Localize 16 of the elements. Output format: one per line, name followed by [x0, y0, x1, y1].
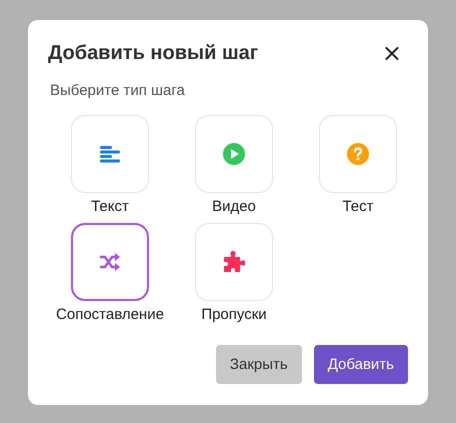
play-icon: [223, 143, 245, 165]
step-type-tile[interactable]: [71, 223, 149, 301]
dialog-title: Добавить новый шаг: [48, 42, 258, 64]
shuffle-icon: [99, 252, 121, 272]
step-type-label: Тест: [342, 198, 374, 215]
step-type-label: Видео: [212, 198, 256, 215]
close-dialog-button[interactable]: Закрыть: [216, 345, 302, 384]
text-lines-icon: [100, 145, 120, 163]
step-type-label: Сопоставление: [56, 306, 164, 323]
close-button[interactable]: ×: [376, 41, 408, 65]
add-button[interactable]: Добавить: [314, 345, 408, 384]
step-type-label: Пропуски: [201, 306, 267, 323]
question-icon: [347, 143, 369, 165]
prompt-text: Выберите тип шага: [50, 82, 185, 99]
step-type-label: Текст: [91, 198, 129, 215]
puzzle-icon: [223, 251, 245, 273]
